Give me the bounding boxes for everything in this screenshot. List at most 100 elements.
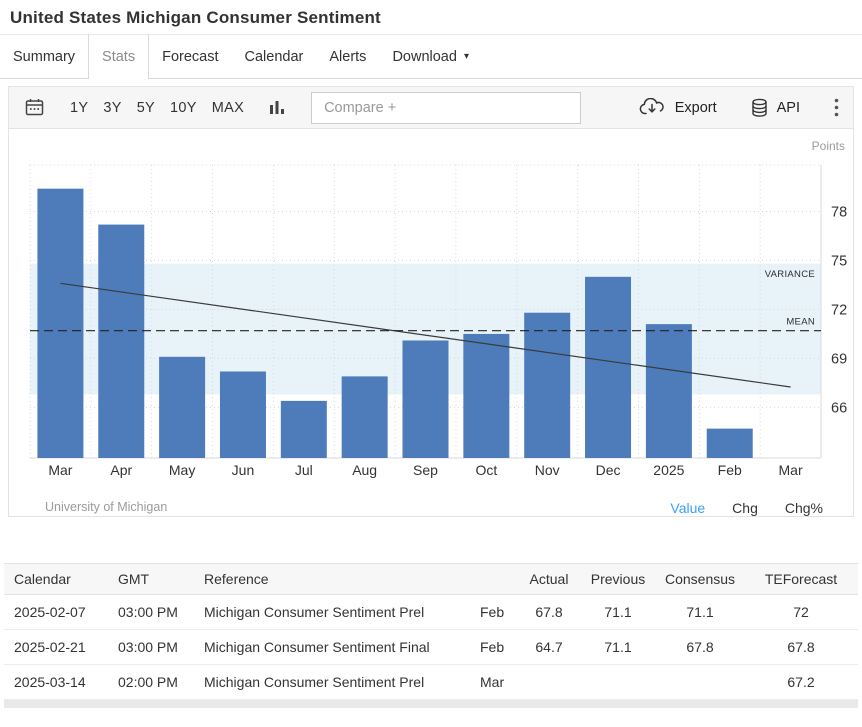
more-options-button[interactable] bbox=[834, 98, 839, 117]
x-tick-label: Apr bbox=[110, 462, 132, 478]
bar-Mar bbox=[37, 189, 83, 458]
variance-label: VARIANCE bbox=[765, 269, 815, 280]
x-tick-label: Mar bbox=[779, 462, 803, 478]
tab-download[interactable]: Download ▾ bbox=[379, 35, 482, 78]
y-tick-label: 75 bbox=[831, 253, 847, 269]
table-row: 2025-02-21 03:00 PM Michigan Consumer Se… bbox=[4, 630, 858, 665]
bar-Sep bbox=[403, 340, 449, 458]
range-1y[interactable]: 1Y bbox=[70, 100, 88, 116]
mode-value[interactable]: Value bbox=[670, 500, 705, 516]
mode-chg[interactable]: Chg bbox=[732, 500, 758, 516]
tab-alerts[interactable]: Alerts bbox=[316, 35, 379, 78]
tab-calendar[interactable]: Calendar bbox=[232, 35, 317, 78]
cell-month: Feb bbox=[470, 630, 518, 665]
col-reference: Reference bbox=[194, 564, 470, 595]
range-10y[interactable]: 10Y bbox=[170, 100, 197, 116]
y-tick-label: 66 bbox=[831, 400, 847, 416]
tab-summary[interactable]: Summary bbox=[0, 35, 88, 78]
tab-forecast[interactable]: Forecast bbox=[149, 35, 231, 78]
mode-chg-percent[interactable]: Chg% bbox=[785, 500, 823, 516]
cell-calendar: 2025-02-21 bbox=[4, 630, 108, 665]
api-button[interactable]: API bbox=[751, 98, 800, 118]
chart-toolbar: 1Y 3Y 5Y 10Y MAX Export bbox=[9, 87, 853, 129]
range-3y[interactable]: 3Y bbox=[103, 100, 121, 116]
column-chart-icon bbox=[270, 100, 285, 116]
range-max[interactable]: MAX bbox=[212, 100, 244, 116]
bar-Feb bbox=[707, 429, 753, 458]
cell-teforecast: 67.8 bbox=[744, 630, 858, 665]
mean-label: MEAN bbox=[786, 317, 815, 328]
col-actual: Actual bbox=[518, 564, 580, 595]
cell-month: Feb bbox=[470, 595, 518, 630]
x-tick-label: Sep bbox=[413, 462, 438, 478]
table-header-row: Calendar GMT Reference Actual Previous C… bbox=[4, 564, 858, 595]
chart-type-button[interactable] bbox=[270, 100, 285, 116]
x-tick-label: Jul bbox=[295, 462, 313, 478]
col-previous: Previous bbox=[580, 564, 656, 595]
calendar-icon bbox=[23, 96, 46, 119]
chart-footer: University of Michigan Value Chg Chg% bbox=[9, 486, 853, 516]
x-tick-label: Mar bbox=[48, 462, 72, 478]
x-tick-label: Dec bbox=[596, 462, 621, 478]
cell-reference: Michigan Consumer Sentiment Final bbox=[194, 630, 470, 665]
display-mode-switch: Value Chg Chg% bbox=[670, 500, 823, 516]
table-row: 2025-02-07 03:00 PM Michigan Consumer Se… bbox=[4, 595, 858, 630]
col-consensus: Consensus bbox=[656, 564, 744, 595]
cell-teforecast: 72 bbox=[744, 595, 858, 630]
cell-gmt: 03:00 PM bbox=[108, 630, 194, 665]
table-row: 2025-03-14 02:00 PM Michigan Consumer Se… bbox=[4, 665, 858, 700]
cell-gmt: 03:00 PM bbox=[108, 595, 194, 630]
bar-Jul bbox=[281, 401, 327, 458]
col-gmt: GMT bbox=[108, 564, 194, 595]
y-tick-label: 69 bbox=[831, 351, 847, 367]
compare-input[interactable] bbox=[311, 92, 581, 124]
bar-Dec bbox=[585, 277, 631, 458]
x-tick-label: May bbox=[169, 462, 195, 478]
chevron-down-icon: ▾ bbox=[464, 51, 469, 62]
range-5y[interactable]: 5Y bbox=[137, 100, 155, 116]
cell-calendar: 2025-03-14 bbox=[4, 665, 108, 700]
x-tick-label: Nov bbox=[535, 462, 560, 478]
unit-label: Points bbox=[812, 139, 845, 153]
sentiment-bar-chart: 6669727578VARIANCEMEANMarAprMayJunJulAug… bbox=[9, 129, 851, 481]
calendar-table: Calendar GMT Reference Actual Previous C… bbox=[4, 563, 858, 700]
kebab-menu-icon bbox=[834, 98, 839, 117]
chart-card: 1Y 3Y 5Y 10Y MAX Export bbox=[8, 86, 854, 517]
tab-download-label: Download bbox=[392, 49, 457, 65]
cell-actual: 67.8 bbox=[518, 595, 580, 630]
source-label: University of Michigan bbox=[45, 500, 167, 514]
database-icon bbox=[751, 98, 768, 118]
cloud-download-icon bbox=[639, 98, 666, 117]
col-teforecast: TEForecast bbox=[744, 564, 858, 595]
toolbar-right: Export API bbox=[639, 98, 839, 118]
bar-Oct bbox=[463, 334, 509, 458]
bottom-strip bbox=[4, 700, 858, 708]
range-selector: 1Y 3Y 5Y 10Y MAX bbox=[70, 100, 244, 116]
tab-stats[interactable]: Stats bbox=[88, 35, 149, 78]
bar-Jun bbox=[220, 371, 266, 458]
cell-consensus: 71.1 bbox=[656, 595, 744, 630]
cell-teforecast: 67.2 bbox=[744, 665, 858, 700]
cell-previous bbox=[580, 665, 656, 700]
cell-actual bbox=[518, 665, 580, 700]
cell-gmt: 02:00 PM bbox=[108, 665, 194, 700]
date-range-button[interactable] bbox=[23, 96, 46, 119]
cell-previous: 71.1 bbox=[580, 595, 656, 630]
x-tick-label: Oct bbox=[475, 462, 497, 478]
api-label: API bbox=[777, 100, 800, 116]
bar-May bbox=[159, 357, 205, 458]
export-button[interactable]: Export bbox=[639, 98, 717, 117]
x-tick-label: 2025 bbox=[653, 462, 684, 478]
tab-bar: Summary Stats Forecast Calendar Alerts D… bbox=[0, 35, 862, 79]
cell-calendar: 2025-02-07 bbox=[4, 595, 108, 630]
cell-consensus bbox=[656, 665, 744, 700]
export-label: Export bbox=[675, 100, 717, 116]
cell-actual: 64.7 bbox=[518, 630, 580, 665]
cell-reference: Michigan Consumer Sentiment Prel bbox=[194, 665, 470, 700]
y-tick-label: 78 bbox=[831, 205, 847, 221]
cell-consensus: 67.8 bbox=[656, 630, 744, 665]
page-title: United States Michigan Consumer Sentimen… bbox=[0, 0, 862, 35]
x-tick-label: Feb bbox=[718, 462, 742, 478]
bar-Apr bbox=[98, 225, 144, 458]
bar-Aug bbox=[342, 376, 388, 458]
